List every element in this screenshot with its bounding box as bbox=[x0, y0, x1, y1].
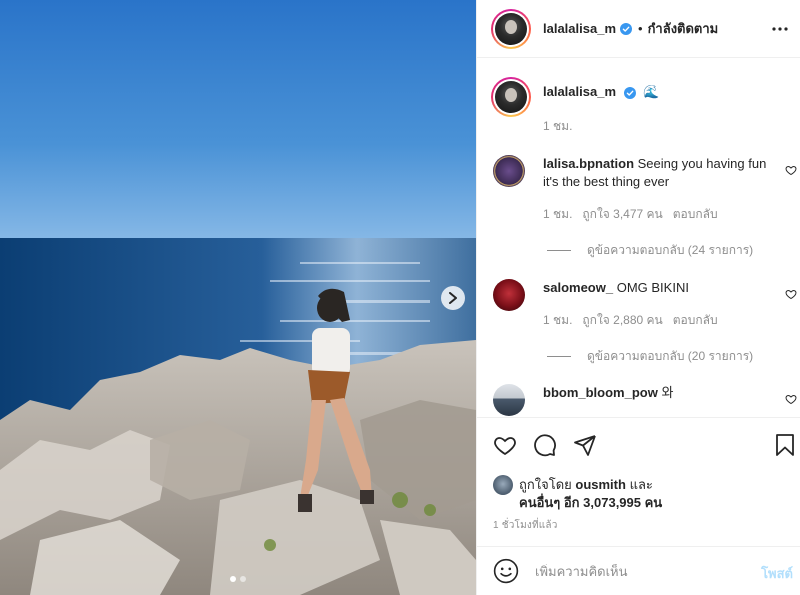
comment-icon bbox=[534, 434, 556, 457]
liked-by-and: และ bbox=[629, 477, 653, 492]
heart-icon bbox=[785, 394, 797, 405]
reply-button[interactable]: ตอบกลับ bbox=[673, 205, 718, 224]
verified-badge-icon bbox=[623, 86, 636, 99]
save-button[interactable] bbox=[773, 433, 797, 457]
comment-like-button[interactable] bbox=[785, 163, 797, 176]
header-username[interactable]: lalalalisa_m bbox=[543, 21, 616, 36]
post-timestamp[interactable]: 1 ชั่วโมงที่แล้ว bbox=[493, 518, 558, 533]
caption-avatar[interactable] bbox=[491, 77, 531, 117]
post-actions: ถูกใจโดย ousmith และ คนอื่นๆ อีก 3,073,9… bbox=[477, 417, 800, 531]
caption-time: 1 ชม. bbox=[543, 119, 573, 133]
view-replies-label: ดูข้อความตอบกลับ (20 รายการ) bbox=[587, 349, 754, 363]
carousel-next-button[interactable] bbox=[441, 286, 465, 310]
share-button[interactable] bbox=[573, 433, 597, 457]
comment-avatar[interactable] bbox=[493, 279, 525, 311]
comment-input[interactable] bbox=[535, 563, 735, 579]
post-comment-button[interactable]: โพสต์ bbox=[761, 563, 793, 584]
following-button[interactable]: กำลังติดตาม bbox=[648, 18, 719, 39]
comment-avatar[interactable] bbox=[493, 384, 525, 416]
comment-button[interactable] bbox=[533, 433, 557, 457]
post-image[interactable] bbox=[0, 0, 476, 595]
emoji-button[interactable] bbox=[493, 558, 519, 584]
comment-like-button[interactable] bbox=[785, 287, 797, 300]
carousel-dot bbox=[240, 576, 246, 582]
liker-avatar[interactable] bbox=[493, 475, 513, 495]
smiley-icon bbox=[493, 558, 519, 584]
view-replies-label: ดูข้อความตอบกลับ (24 รายการ) bbox=[587, 243, 754, 257]
like-button[interactable] bbox=[493, 433, 517, 457]
liker-username[interactable]: ousmith bbox=[575, 477, 626, 492]
comment-likes[interactable]: ถูกใจ 2,880 คน bbox=[582, 311, 662, 330]
more-horizontal-icon bbox=[772, 27, 788, 31]
others-liked-link[interactable]: คนอื่นๆ อีก 3,073,995 คน bbox=[519, 492, 662, 513]
comment-text: 와 bbox=[661, 385, 674, 400]
caption-text: 🌊 bbox=[643, 84, 660, 99]
liked-by-prefix: ถูกใจโดย bbox=[519, 477, 572, 492]
chevron-right-icon bbox=[449, 292, 457, 304]
heart-icon bbox=[785, 165, 797, 176]
post-header: lalalalisa_m • กำลังติดตาม bbox=[477, 0, 800, 58]
comment-username[interactable]: salomeow_ bbox=[543, 280, 613, 295]
comment-likes[interactable]: ถูกใจ 3,477 คน bbox=[582, 205, 662, 224]
more-options-button[interactable] bbox=[770, 19, 790, 39]
comment-text: OMG BIKINI bbox=[616, 280, 689, 295]
heart-icon bbox=[785, 289, 797, 300]
comment-username[interactable]: bbom_bloom_pow bbox=[543, 385, 658, 400]
comment-like-button[interactable] bbox=[785, 392, 797, 405]
post-sidebar: lalalalisa_m • กำลังติดตาม lalalalisa_m … bbox=[476, 0, 800, 595]
separator: • bbox=[638, 21, 643, 36]
comment-time: 1 ชม. bbox=[543, 313, 573, 327]
avatar[interactable] bbox=[491, 8, 531, 49]
reply-button[interactable]: ตอบกลับ bbox=[673, 311, 718, 330]
comment-username[interactable]: lalisa.bpnation bbox=[543, 156, 634, 171]
heart-icon bbox=[494, 437, 516, 456]
bookmark-icon bbox=[776, 434, 794, 456]
carousel-indicator bbox=[0, 576, 476, 582]
send-icon bbox=[574, 435, 596, 456]
comment-time: 1 ชม. bbox=[543, 207, 573, 221]
carousel-dot-active bbox=[230, 576, 236, 582]
caption-username[interactable]: lalalalisa_m bbox=[543, 84, 616, 99]
view-replies-button[interactable]: ดูข้อความตอบกลับ (24 รายการ) bbox=[547, 241, 753, 260]
view-replies-button[interactable]: ดูข้อความตอบกลับ (20 รายการ) bbox=[547, 347, 753, 366]
comments-list[interactable]: lalalalisa_m 🌊 1 ชม. lalisa.bpnation See… bbox=[477, 59, 800, 417]
comment-avatar[interactable] bbox=[493, 155, 525, 187]
beach-photo bbox=[0, 0, 476, 595]
verified-badge-icon bbox=[620, 22, 632, 35]
add-comment-bar: โพสต์ bbox=[477, 546, 800, 595]
